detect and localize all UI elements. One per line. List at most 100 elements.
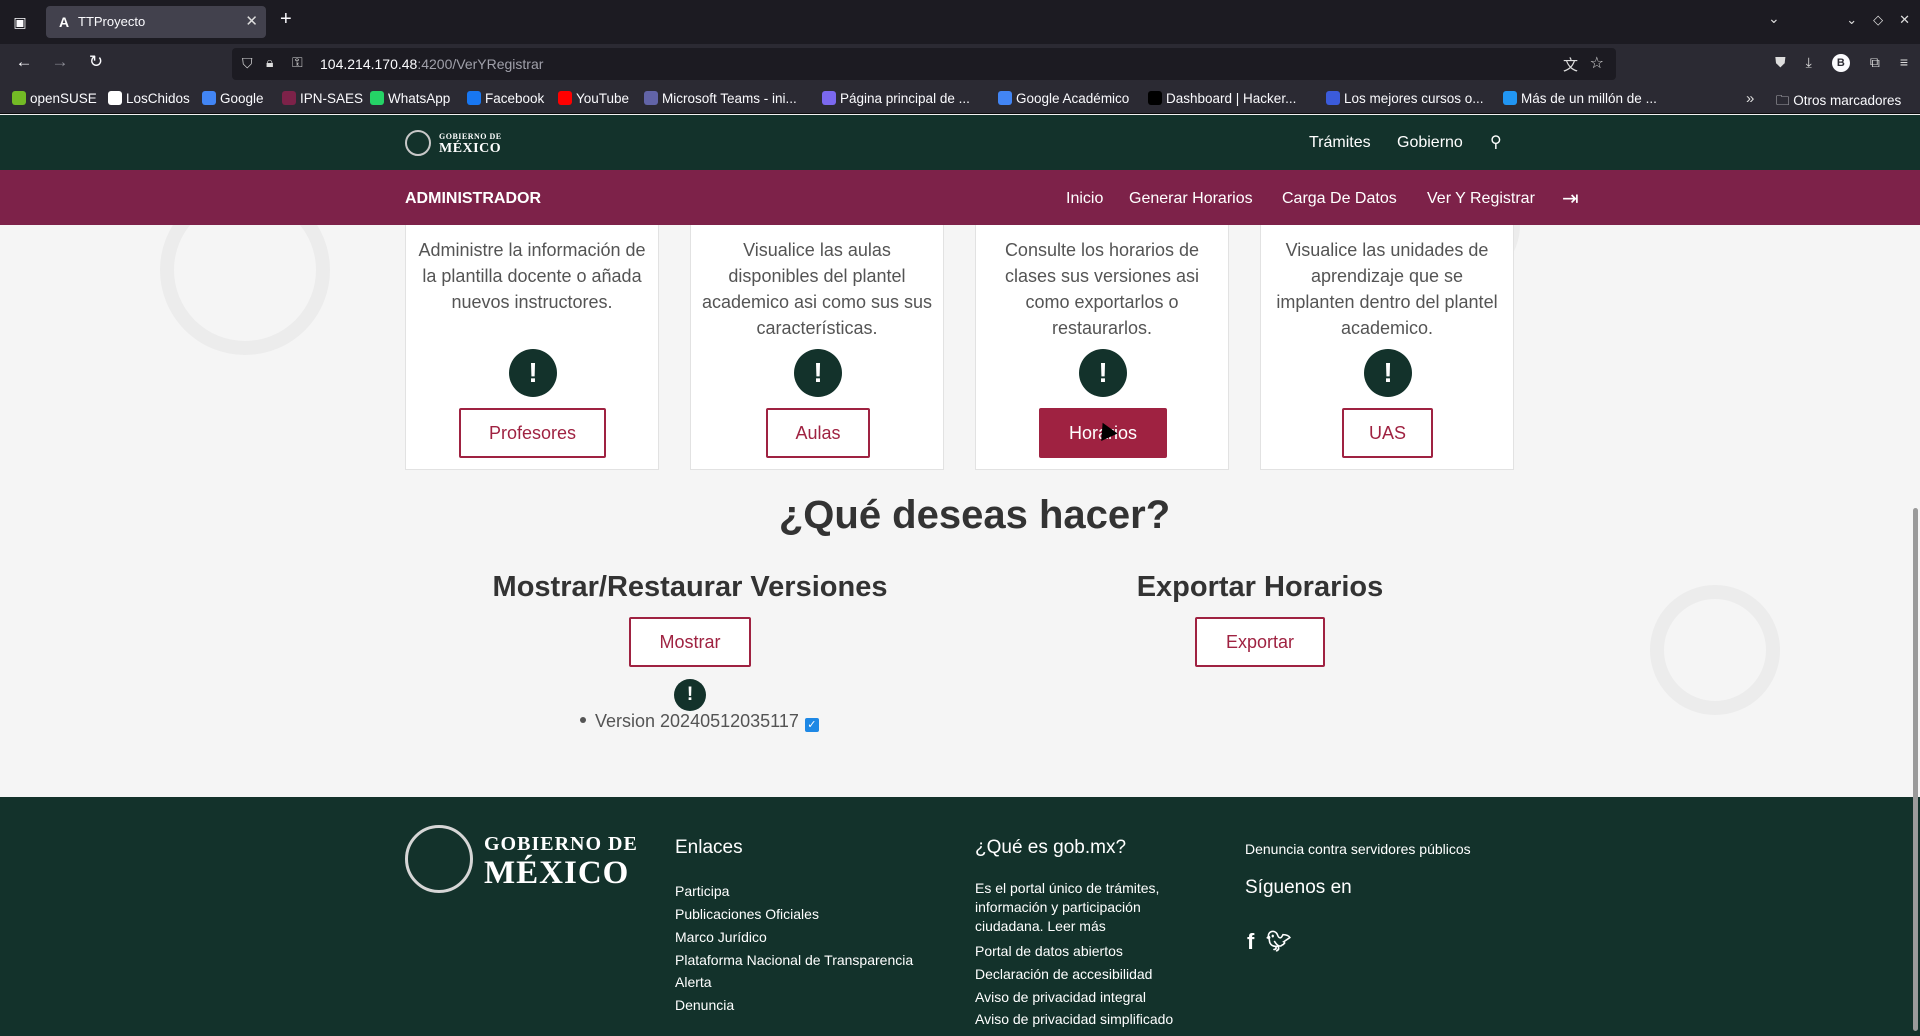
bookmark-label: Los mejores cursos o... <box>1344 91 1484 106</box>
gov-logo[interactable]: GOBIERNO DE MÉXICO <box>405 130 505 158</box>
bookmark-item[interactable]: Más de un millón de ... <box>1503 91 1657 106</box>
siguenos-heading: Síguenos en <box>1245 877 1352 898</box>
tab-favicon-icon: A <box>58 14 70 30</box>
key-icon[interactable]: ⚿ <box>292 54 303 71</box>
link-datos-abiertos[interactable]: Portal de datos abiertos <box>975 943 1123 959</box>
close-window-icon[interactable]: ✕ <box>1899 12 1910 28</box>
minimize-icon[interactable]: ⌄ <box>1846 12 1857 28</box>
tab-list-icon[interactable]: ▣ <box>8 11 32 33</box>
bullet-icon <box>580 717 586 723</box>
page-viewport: GOBIERNO DE MÉXICO Trámites Gobierno ⚲ A… <box>0 115 1920 1036</box>
tab-overflow-chevron-icon[interactable]: ⌄ <box>1768 10 1780 27</box>
exportar-button[interactable]: Exportar <box>1195 617 1325 667</box>
admin-title: ADMINISTRADOR <box>405 190 541 207</box>
bookmark-item[interactable]: openSUSE <box>12 91 97 106</box>
menu-icon[interactable]: ≡ <box>1900 54 1908 72</box>
bookmark-item[interactable]: IPN-SAES <box>282 91 363 106</box>
link-marco-juridico[interactable]: Marco Jurídico <box>675 929 767 945</box>
seal-icon <box>405 825 473 893</box>
mostrar-button[interactable]: Mostrar <box>629 617 751 667</box>
link-denuncia[interactable]: Denuncia <box>675 997 734 1013</box>
bookmark-label: Google Académico <box>1016 91 1130 106</box>
card-description: Visualice las aulas disponibles del plan… <box>701 240 933 338</box>
nav-generar-horarios[interactable]: Generar Horarios <box>1129 190 1253 208</box>
uas-button[interactable]: UAS <box>1342 408 1433 458</box>
version-checkbox[interactable]: ✓ <box>804 718 819 732</box>
new-tab-icon[interactable]: + <box>280 8 292 31</box>
export-heading: Exportar Horarios <box>1136 571 1384 603</box>
bookmark-favicon-icon <box>998 91 1012 105</box>
nav-gobierno[interactable]: Gobierno <box>1397 134 1463 152</box>
twitter-icon[interactable]: 🐦︎ <box>1266 929 1291 954</box>
card-uas: Visualice las unidades de aprendizaje qu… <box>1260 225 1514 470</box>
link-transparencia[interactable]: Plataforma Nacional de Transparencia <box>675 952 913 968</box>
admin-nav-bar: ADMINISTRADOR Inicio Generar Horarios Ca… <box>0 170 1920 225</box>
bookmark-label: Página principal de ... <box>840 91 970 106</box>
nav-carga-de-datos[interactable]: Carga De Datos <box>1282 190 1397 208</box>
bookmark-label: Dashboard | Hacker... <box>1166 91 1297 106</box>
link-privacidad-simplificado[interactable]: Aviso de privacidad simplificado <box>975 1011 1173 1027</box>
bookmark-item[interactable]: Página principal de ... <box>822 91 970 106</box>
tab-close-icon[interactable]: ✕ <box>245 12 258 30</box>
restore-icon[interactable]: ◇ <box>1873 12 1883 28</box>
bookmark-label: Google <box>220 91 264 106</box>
url-text[interactable]: 104.214.170.48:4200/VerYRegistrar <box>320 56 543 72</box>
exclamation-icon: ! <box>1364 349 1412 397</box>
aulas-button[interactable]: Aulas <box>766 408 870 458</box>
other-bookmarks-label: Otros marcadores <box>1793 93 1902 108</box>
gov-logo-line1: GOBIERNO DE <box>439 132 502 141</box>
page-scrollbar[interactable] <box>1913 508 1918 1031</box>
link-denuncia-servidores[interactable]: Denuncia contra servidores públicos <box>1245 841 1471 857</box>
pocket-icon[interactable]: ⛊ <box>1775 54 1786 72</box>
link-privacidad-integral[interactable]: Aviso de privacidad integral <box>975 989 1146 1005</box>
nav-ver-y-registrar[interactable]: Ver Y Registrar <box>1427 190 1535 208</box>
download-icon[interactable]: ⤓ <box>1806 54 1812 72</box>
extensions-icon[interactable]: ⧉ <box>1870 54 1880 72</box>
lock-icon[interactable]: 🔒︎ <box>266 54 273 71</box>
toolbar-right: ⛊ ⤓ B ⧉ ≡ <box>1775 54 1908 72</box>
bookmark-item[interactable]: Google Académico <box>998 91 1129 106</box>
nav-tramites[interactable]: Trámites <box>1309 134 1371 152</box>
other-bookmarks[interactable]: 🗀 Otros marcadores <box>1776 91 1901 114</box>
translate-icon[interactable]: 文 <box>1563 54 1578 75</box>
card-aulas: Visualice las aulas disponibles del plan… <box>690 225 944 470</box>
shield-icon[interactable]: ⛉ <box>242 55 253 72</box>
bookmark-item[interactable]: Google <box>202 91 264 106</box>
exclamation-icon: ! <box>674 679 706 711</box>
gov-logo-line2: MÉXICO <box>439 141 502 156</box>
url-bar[interactable]: ⛉ 🔒︎ ⚿ 104.214.170.48:4200/VerYRegistrar… <box>232 48 1616 80</box>
link-participa[interactable]: Participa <box>675 883 729 899</box>
bookmark-item[interactable]: Los mejores cursos o... <box>1326 91 1484 106</box>
bookmark-item[interactable]: LosChidos <box>108 91 190 106</box>
bookmarks-overflow-icon[interactable]: » <box>1746 90 1754 107</box>
forward-icon[interactable]: → <box>48 52 72 72</box>
bookmark-item[interactable]: Facebook <box>467 91 544 106</box>
profesores-button[interactable]: Profesores <box>459 408 606 458</box>
footer-logo-line2: MÉXICO <box>484 855 630 891</box>
exclamation-icon: ! <box>509 349 557 397</box>
url-host: 104.214.170.48 <box>320 56 418 72</box>
search-icon[interactable]: ⚲ <box>1490 132 1502 152</box>
bookmark-item[interactable]: Microsoft Teams - ini... <box>644 91 797 106</box>
facebook-icon[interactable]: f <box>1247 929 1254 955</box>
bookmarks-bar: » 🗀 Otros marcadores openSUSE LosChidos Go… <box>0 84 1920 114</box>
back-icon[interactable]: ← <box>12 52 36 72</box>
bookmark-item[interactable]: Dashboard | Hacker... <box>1148 91 1296 106</box>
browser-tab-active[interactable]: A TTProyecto ✕ <box>46 6 266 38</box>
versions-heading: Mostrar/Restaurar Versiones <box>492 571 888 603</box>
link-alerta[interactable]: Alerta <box>675 974 712 990</box>
browser-nav-bar: ← → ↻ ⛉ 🔒︎ ⚿ 104.214.170.48:4200/VerYReg… <box>0 44 1920 84</box>
link-publicaciones[interactable]: Publicaciones Oficiales <box>675 906 819 922</box>
bookmark-item[interactable]: WhatsApp <box>370 91 450 106</box>
nav-inicio[interactable]: Inicio <box>1066 190 1103 208</box>
bookmark-item[interactable]: YouTube <box>558 91 629 106</box>
logout-icon[interactable]: ⇥ <box>1562 186 1579 211</box>
bookmark-star-icon[interactable]: ☆ <box>1590 53 1604 73</box>
tab-title: TTProyecto <box>78 14 146 29</box>
bookmark-favicon-icon <box>370 91 384 105</box>
bookmark-label: WhatsApp <box>388 91 451 106</box>
reload-icon[interactable]: ↻ <box>84 52 108 72</box>
account-avatar-icon[interactable]: B <box>1831 54 1850 72</box>
window-controls: ⌄ ◇ ✕ <box>1846 12 1910 28</box>
link-accesibilidad[interactable]: Declaración de accesibilidad <box>975 966 1152 982</box>
